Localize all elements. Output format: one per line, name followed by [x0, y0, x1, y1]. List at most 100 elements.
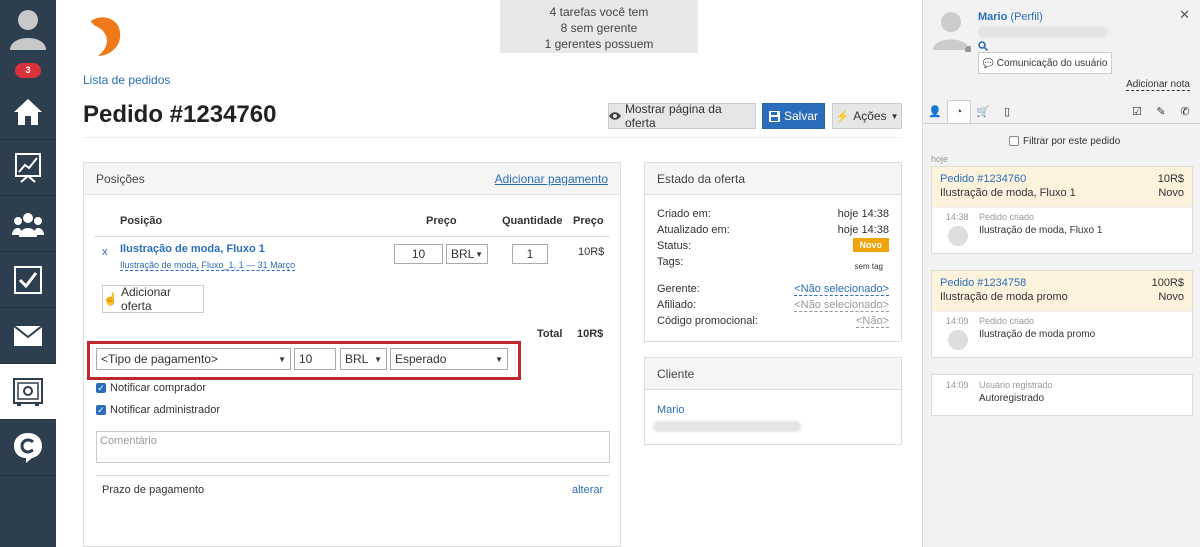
nav-messages[interactable]: [0, 308, 56, 364]
position-currency-select[interactable]: BRL ▼: [446, 244, 488, 264]
tags-value[interactable]: sem tag: [855, 262, 883, 271]
col-price-header: Preço: [426, 215, 457, 227]
order-link[interactable]: Pedido #1234760: [940, 173, 1026, 185]
nav-home[interactable]: [0, 84, 56, 140]
position-subtitle[interactable]: Ilustração de moda, Fluxo_1, 1 — 31 Març…: [120, 260, 296, 271]
add-note-link[interactable]: Adicionar nota: [1126, 79, 1190, 91]
notification-badge[interactable]: 3: [15, 63, 41, 78]
search-icon[interactable]: [978, 41, 988, 51]
user-icon: [948, 226, 968, 246]
col-price2-header: Preço: [573, 215, 604, 227]
chart-icon: [15, 152, 41, 183]
updated-value: hoje 14:38: [837, 224, 889, 236]
payment-currency-value: BRL: [345, 352, 369, 366]
bolt-icon: ⚡: [835, 110, 850, 123]
remove-position-button[interactable]: x: [102, 246, 108, 258]
payment-type-value: <Tipo de pagamento>: [101, 352, 218, 366]
position-price-input[interactable]: 10: [394, 244, 443, 264]
deadline-divider: [96, 475, 610, 476]
tasks-summary[interactable]: 4 tarefas você tem 8 sem gerente 1 geren…: [500, 0, 698, 53]
nav-safe[interactable]: [0, 364, 56, 420]
notify-admin-checkbox[interactable]: ✓ Notificar administrador: [96, 404, 220, 416]
nav-analytics[interactable]: [0, 140, 56, 196]
order-event-row: 14:09 Pedido criado Ilustração de moda p…: [932, 311, 1192, 351]
payment-status-select[interactable]: Esperado ▼: [390, 348, 508, 370]
eye-icon: [609, 112, 621, 120]
main-content: Lista de pedidos 4 tarefas você tem 8 se…: [56, 0, 922, 547]
safe-icon: [13, 377, 43, 406]
hand-pointer-icon: ☝: [103, 292, 118, 306]
col-position-header: Posição: [120, 215, 163, 227]
deadline-change-link[interactable]: alterar: [572, 484, 603, 496]
user-communication-label: Comunicação do usuário: [996, 57, 1108, 69]
created-value: hoje 14:38: [837, 208, 889, 220]
notify-buyer-checkbox[interactable]: ✓ Notificar comprador: [96, 382, 206, 394]
close-icon[interactable]: ✕: [1179, 7, 1190, 23]
tasks-line: 4 tarefas você tem: [549, 5, 649, 19]
actions-dropdown-button[interactable]: ⚡ Ações ▼: [832, 103, 902, 129]
position-name-link[interactable]: Ilustração de moda, Fluxo 1: [120, 243, 265, 255]
promo-label: Código promocional:: [657, 315, 758, 327]
order-card[interactable]: Pedido #1234760 10R$ Ilustração de moda,…: [931, 166, 1193, 254]
chevron-down-icon: ▼: [278, 354, 286, 364]
filter-order-checkbox[interactable]: Filtrar por este pedido: [1009, 136, 1120, 147]
left-nav: 3: [0, 0, 56, 547]
save-button[interactable]: Salvar: [762, 103, 825, 129]
client-header: Cliente: [645, 358, 901, 390]
cart-icon: 🛒: [976, 106, 990, 118]
manager-value[interactable]: <Não selecionado>: [794, 283, 889, 296]
caret-down-icon: ▼: [890, 111, 899, 121]
filter-order-label: Filtrar por este pedido: [1023, 136, 1121, 147]
tab-tasks[interactable]: ☑: [1125, 100, 1149, 123]
chevron-down-icon: ▼: [495, 354, 503, 364]
total-label: Total: [537, 328, 563, 340]
event-detail: Autoregistrado: [979, 393, 1045, 404]
position-qty-input[interactable]: 1: [512, 244, 548, 264]
tab-phone[interactable]: ✆: [1173, 100, 1197, 123]
order-link[interactable]: Pedido #1234758: [940, 277, 1026, 289]
tags-label: Tags:: [657, 256, 684, 268]
payment-amount-input[interactable]: 10: [294, 348, 336, 370]
status-badge[interactable]: Novo: [852, 238, 889, 252]
manager-label: Gerente:: [657, 283, 700, 295]
add-payment-link[interactable]: Adicionar pagamento: [495, 172, 608, 186]
order-event-row: 14:38 Pedido criado Ilustração de moda, …: [932, 207, 1192, 247]
promo-value[interactable]: <Não>: [855, 315, 889, 328]
user-communication-button[interactable]: 💬 Comunicação do usuário: [978, 52, 1112, 74]
order-card[interactable]: Pedido #1234758 100R$ Ilustração de moda…: [931, 270, 1193, 358]
save-label: Salvar: [783, 109, 818, 123]
offer-state-panel: Estado da oferta Criado em: hoje 14:38 A…: [644, 162, 902, 342]
tab-history[interactable]: ◔: [947, 100, 971, 123]
nav-chat[interactable]: [0, 420, 56, 476]
created-label: Criado em:: [657, 208, 711, 220]
payment-status-value: Esperado: [395, 352, 447, 366]
notify-admin-label: Notificar administrador: [110, 404, 221, 416]
tab-cart[interactable]: 🛒: [971, 100, 995, 123]
nav-tasks[interactable]: [0, 252, 56, 308]
tab-profile[interactable]: 👤: [923, 100, 947, 123]
payment-currency-select[interactable]: BRL ▼: [340, 348, 387, 370]
profile-link[interactable]: (Perfil): [1010, 11, 1042, 23]
tab-edit[interactable]: ✎: [1149, 100, 1173, 123]
phone-icon: ✆: [1180, 106, 1190, 118]
order-amount: 100R$: [1151, 277, 1184, 289]
affiliate-value[interactable]: <Não selecionado>: [794, 299, 889, 312]
add-offer-label: Adicionar oferta: [120, 285, 171, 313]
add-offer-button[interactable]: ☝ Adicionar oferta: [102, 285, 204, 313]
nav-users[interactable]: [0, 196, 56, 252]
person-icon: 👤: [928, 106, 942, 118]
checkbox-icon: [14, 265, 42, 294]
breadcrumb[interactable]: Lista de pedidos: [83, 73, 170, 87]
user-avatar[interactable]: [0, 0, 56, 56]
client-name-link[interactable]: Mario: [657, 404, 685, 416]
order-card-head: Pedido #1234760 10R$ Ilustração de moda,…: [932, 167, 1192, 207]
tab-mobile[interactable]: ▯: [995, 100, 1019, 123]
user-name-link[interactable]: Mario: [978, 11, 1007, 23]
status-label: Status:: [657, 240, 692, 252]
user-avatar-icon: [10, 10, 46, 50]
table-divider: [94, 236, 610, 237]
show-offer-page-button[interactable]: Mostrar página da oferta: [608, 102, 756, 130]
comment-textarea[interactable]: Comentário: [96, 431, 610, 463]
payment-type-select[interactable]: <Tipo de pagamento> ▼: [96, 348, 291, 370]
updated-label: Atualizado em:: [657, 224, 730, 236]
